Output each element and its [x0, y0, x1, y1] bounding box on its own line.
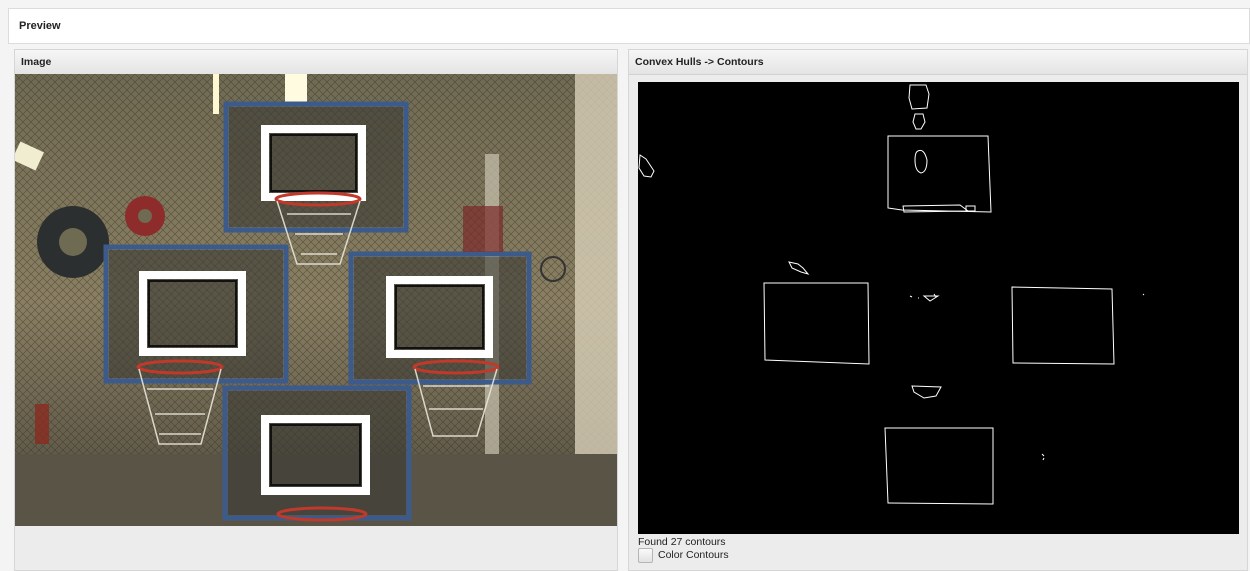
color-contours-checkbox[interactable] — [638, 547, 653, 563]
preview-header: Preview — [8, 8, 1250, 44]
contours-panel: Convex Hulls -> Contours Found 27 contou… — [628, 49, 1248, 571]
camera-image — [15, 74, 617, 526]
contours-panel-title: Convex Hulls -> Contours — [629, 50, 1247, 75]
color-contours-label[interactable]: Color Contours — [658, 549, 729, 561]
image-panel: Image — [14, 49, 618, 571]
color-contours-option[interactable]: Color Contours — [638, 547, 729, 563]
image-panel-title: Image — [15, 50, 617, 75]
preview-title: Preview — [19, 20, 61, 32]
contours-image — [638, 82, 1239, 534]
